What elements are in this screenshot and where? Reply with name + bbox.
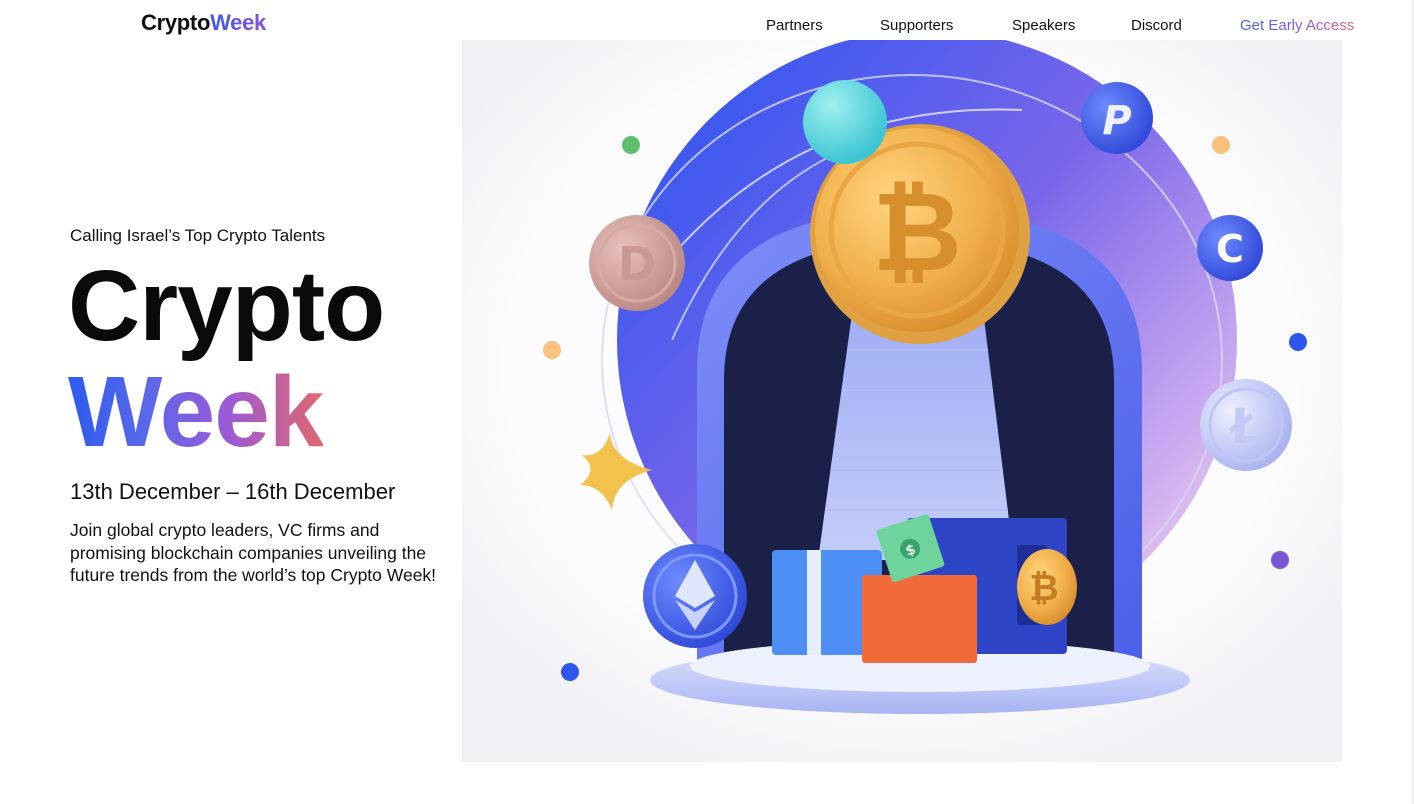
small-bitcoin-icon: ₿ bbox=[1017, 549, 1077, 625]
litecoin-coin-icon: Ł bbox=[1200, 379, 1292, 471]
ethereum-coin-icon bbox=[643, 544, 747, 648]
orange-dot bbox=[543, 341, 561, 359]
svg-text:C: C bbox=[1216, 227, 1244, 271]
blue-dot bbox=[561, 663, 579, 681]
teal-sphere bbox=[803, 80, 887, 164]
hero-title-crypto: Crypto bbox=[68, 250, 385, 362]
svg-text:₿: ₿ bbox=[1029, 568, 1058, 609]
svg-text:Ł: Ł bbox=[1228, 399, 1262, 455]
blue-dot bbox=[1289, 333, 1307, 351]
hero-title-week: Week bbox=[68, 356, 324, 468]
dogecoin-coin-icon: D bbox=[589, 215, 685, 311]
purple-dot bbox=[1271, 551, 1289, 569]
orange-box bbox=[862, 575, 977, 663]
orange-dot bbox=[1212, 136, 1230, 154]
nav-link-discord[interactable]: Discord bbox=[1131, 17, 1182, 34]
hero-tagline: Calling Israel’s Top Crypto Talents bbox=[70, 226, 326, 245]
nav-link-partners[interactable]: Partners bbox=[766, 17, 823, 34]
svg-text:D: D bbox=[618, 237, 656, 291]
nav-link-supporters[interactable]: Supporters bbox=[880, 17, 953, 34]
green-dot bbox=[622, 136, 640, 154]
paypal-coin-icon: P bbox=[1081, 82, 1153, 154]
svg-text:₿: ₿ bbox=[872, 168, 962, 296]
hero-description: Join global crypto leaders, VC firms and… bbox=[70, 520, 437, 585]
main-nav: Partners Supporters Speakers Discord Get… bbox=[0, 17, 1414, 39]
svg-text:P: P bbox=[1102, 98, 1131, 144]
event-dates: 13th December – 16th December bbox=[70, 479, 396, 504]
get-early-access-link[interactable]: Get Early Access bbox=[1240, 17, 1354, 34]
c-coin-icon: C bbox=[1197, 215, 1263, 281]
hero-illustration: $ ₿ ₿ P D C Ł bbox=[462, 40, 1342, 762]
nav-link-speakers[interactable]: Speakers bbox=[1012, 17, 1075, 34]
